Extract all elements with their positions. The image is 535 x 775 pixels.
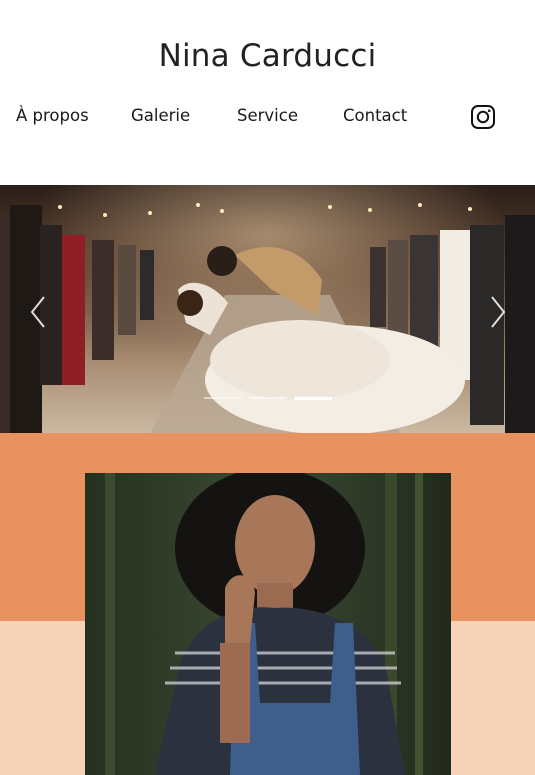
nav-item-gallery[interactable]: Galerie xyxy=(131,105,190,127)
site-title: Nina Carducci xyxy=(158,38,377,74)
chevron-right-icon xyxy=(491,296,506,328)
chevron-left-icon xyxy=(30,296,45,328)
carousel-indicators xyxy=(0,397,535,401)
carousel-dot-2[interactable] xyxy=(249,397,287,399)
instagram-icon[interactable] xyxy=(470,104,496,130)
carousel-prev-button[interactable] xyxy=(28,295,50,329)
hero-carousel xyxy=(0,185,535,433)
carousel-next-button[interactable] xyxy=(486,295,508,329)
nav-item-about[interactable]: À propos xyxy=(16,105,89,127)
nav-item-service[interactable]: Service xyxy=(237,105,298,127)
main-nav: À propos Galerie Service Contact xyxy=(0,105,535,129)
carousel-dot-1[interactable] xyxy=(204,397,242,399)
wedding-couple-kiss-photo xyxy=(0,185,535,433)
woman-portrait-photo xyxy=(85,473,451,775)
nav-item-contact[interactable]: Contact xyxy=(343,105,407,127)
carousel-dot-3[interactable] xyxy=(294,397,332,400)
